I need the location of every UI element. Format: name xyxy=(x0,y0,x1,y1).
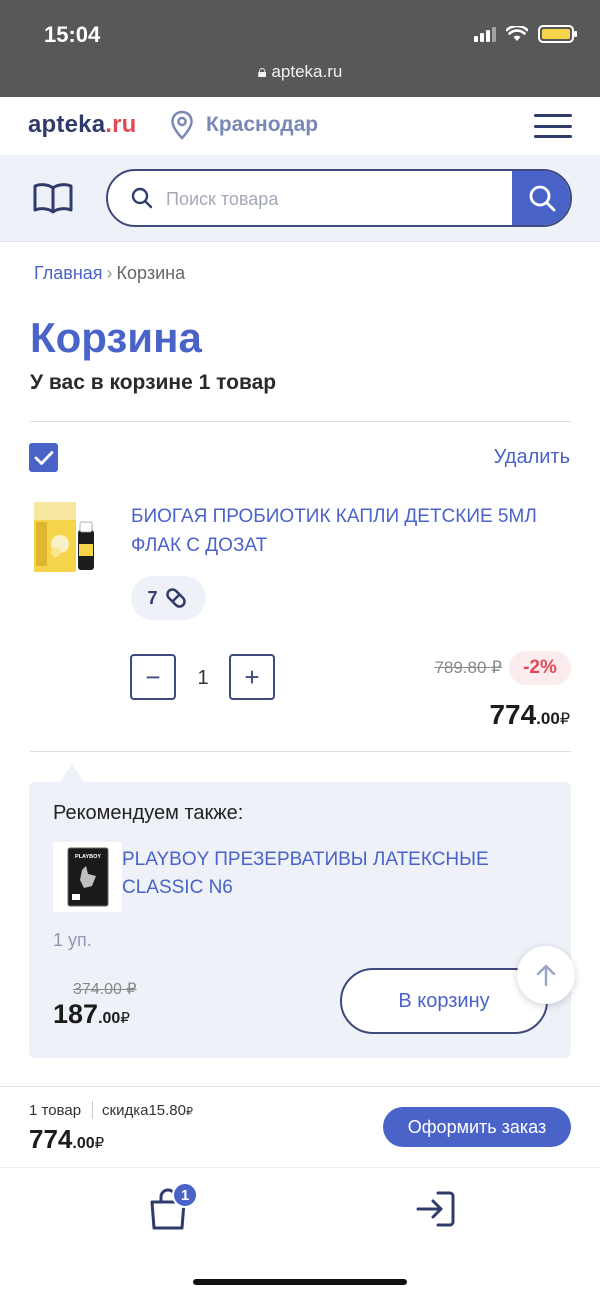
summary-total: 774.00₽ xyxy=(29,1124,104,1155)
location-pin-icon xyxy=(171,110,193,140)
summary-total-decimal: .00 xyxy=(72,1135,95,1152)
old-price: 789.80 ₽ xyxy=(434,658,502,677)
recommend-panel: Рекомендуем также: PLAYBOY PLAYBOY ПРЕЗЕ… xyxy=(29,782,571,1058)
recommend-old-price: 374.00 ₽ xyxy=(73,981,137,998)
quantity-value[interactable]: 1 xyxy=(188,667,218,690)
logo-suffix: .ru xyxy=(105,111,137,138)
summary-discount-value: 15.80 xyxy=(148,1102,186,1119)
summary-discount: скидка15.80₽ xyxy=(102,1102,193,1119)
price-decimal: .00 xyxy=(536,709,560,728)
search-box xyxy=(106,169,572,227)
breadcrumb-separator: › xyxy=(106,263,113,283)
site-logo[interactable]: apteka.ru xyxy=(28,111,137,139)
product-name-link[interactable]: БИОГАЯ ПРОБИОТИК КАПЛИ ДЕТСКИЕ 5МЛ ФЛАК … xyxy=(131,502,571,560)
login-icon[interactable] xyxy=(414,1190,456,1228)
price-integer: 774 xyxy=(489,699,537,730)
recommend-title: Рекомендуем также: xyxy=(53,802,244,824)
logo-main: apteka xyxy=(28,111,106,138)
home-indicator xyxy=(193,1279,407,1285)
recommend-price-decimal: .00 xyxy=(98,1010,121,1027)
hamburger-menu-icon[interactable] xyxy=(534,114,572,138)
order-summary-bar: 1 товар скидка15.80₽ 774.00₽ Оформить за… xyxy=(0,1086,600,1167)
signal-icon xyxy=(474,26,496,42)
city-name: Краснодар xyxy=(206,113,319,136)
delete-item-link[interactable]: Удалить xyxy=(494,446,570,469)
search-row xyxy=(0,155,600,242)
breadcrumb-home[interactable]: Главная xyxy=(34,263,103,283)
pill-icon xyxy=(165,588,186,608)
bonus-value: 7 xyxy=(147,587,158,608)
summary-discount-currency: ₽ xyxy=(185,1106,193,1118)
select-item-checkbox[interactable] xyxy=(29,443,58,472)
wifi-icon xyxy=(506,26,528,41)
battery-icon xyxy=(538,25,577,43)
search-submit-icon xyxy=(529,185,556,212)
checkmark-icon xyxy=(34,450,53,465)
summary-total-currency: ₽ xyxy=(94,1135,105,1152)
search-icon xyxy=(131,187,153,209)
search-button[interactable] xyxy=(512,171,570,225)
city-selector[interactable]: Краснодар xyxy=(170,110,318,140)
cart-badge: 1 xyxy=(172,1182,198,1208)
site-header: apteka.ru Краснодар xyxy=(0,97,600,155)
discount-badge: -2% xyxy=(509,651,571,685)
arrow-up-icon xyxy=(536,964,556,987)
recommend-pointer xyxy=(60,764,84,782)
page-title: Корзина xyxy=(30,314,202,361)
bottom-tab-bar: 1 xyxy=(0,1167,600,1297)
recommend-price: 187.00₽ xyxy=(53,999,130,1030)
divider xyxy=(30,421,571,422)
search-input[interactable] xyxy=(166,185,506,213)
summary-total-integer: 774 xyxy=(29,1124,73,1154)
url-bar[interactable]: 🔒︎ apteka.ru xyxy=(0,62,600,82)
divider xyxy=(30,751,571,752)
lock-icon: 🔒︎ xyxy=(257,62,267,81)
summary-discount-label: скидка xyxy=(102,1102,149,1119)
status-bar: 15:04 🔒︎ apteka.ru xyxy=(0,0,600,97)
decrease-quantity-button[interactable]: − xyxy=(130,654,176,700)
recommend-price-integer: 187 xyxy=(53,999,99,1029)
breadcrumb: Главная › Корзина xyxy=(34,263,185,284)
recommend-unit: 1 уп. xyxy=(53,930,92,950)
checkout-button[interactable]: Оформить заказ xyxy=(383,1107,571,1147)
cart-count-subtitle: У вас в корзине 1 товар xyxy=(30,371,277,394)
summary-separator xyxy=(92,1101,93,1119)
recommend-product-image[interactable]: PLAYBOY xyxy=(53,842,122,912)
product-image[interactable] xyxy=(32,500,98,574)
scroll-to-top-button[interactable] xyxy=(517,946,575,1004)
minus-icon: − xyxy=(145,661,161,692)
recommend-price-currency: ₽ xyxy=(120,1010,130,1027)
status-icons xyxy=(474,25,577,43)
url-text: apteka.ru xyxy=(271,62,343,81)
breadcrumb-current: Корзина xyxy=(116,263,186,283)
recommend-product-name-link[interactable]: PLAYBOY ПРЕЗЕРВАТИВЫ ЛАТЕКСНЫЕ CLASSIC N… xyxy=(122,846,542,902)
bonus-chip: 7 xyxy=(131,576,206,620)
summary-item-count: 1 товар xyxy=(29,1102,82,1119)
plus-icon: + xyxy=(244,661,260,692)
item-price: 774.00₽ xyxy=(489,699,570,731)
increase-quantity-button[interactable]: + xyxy=(229,654,275,700)
price-currency: ₽ xyxy=(559,711,570,728)
status-time: 15:04 xyxy=(44,22,101,47)
package-brand-text: PLAYBOY xyxy=(74,854,100,860)
catalog-book-icon[interactable] xyxy=(32,181,74,215)
